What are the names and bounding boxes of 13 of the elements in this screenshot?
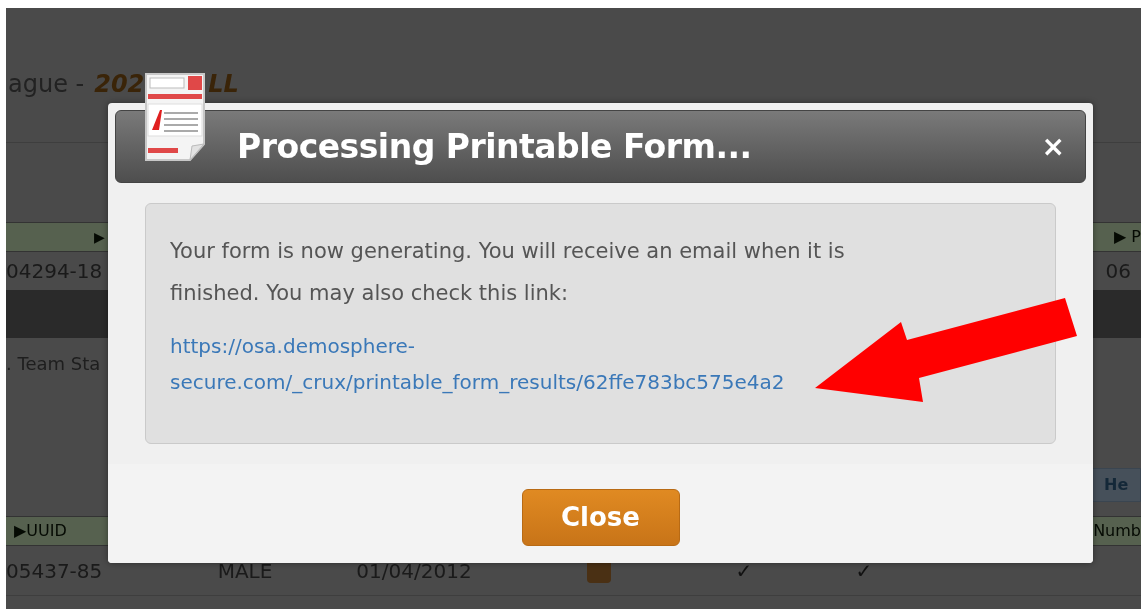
table-cell-text: ✓: [854, 557, 874, 585]
dialog-title: Processing Printable Form...: [237, 125, 752, 168]
close-button[interactable]: ×: [1041, 132, 1065, 161]
message-text: Your form is now generating. You will receive an email when it is finished. You may also check this link:: [170, 238, 846, 307]
column-header[interactable]: Numb: [1093, 519, 1141, 543]
column-header[interactable]: ▶ P: [1113, 225, 1141, 249]
results-link[interactable]: https://osa.demosphere-secure.com/_crux/printable_form_results/62ffe783bc575e4a2: [170, 328, 792, 400]
season-label: LL: [208, 69, 239, 100]
column-header[interactable]: ▶UUID: [14, 519, 67, 543]
column-header[interactable]: ▶: [94, 226, 105, 248]
close-button[interactable]: Close: [521, 489, 680, 546]
table-cell-text: ✓: [734, 557, 754, 585]
season-label: 202: [94, 69, 145, 100]
